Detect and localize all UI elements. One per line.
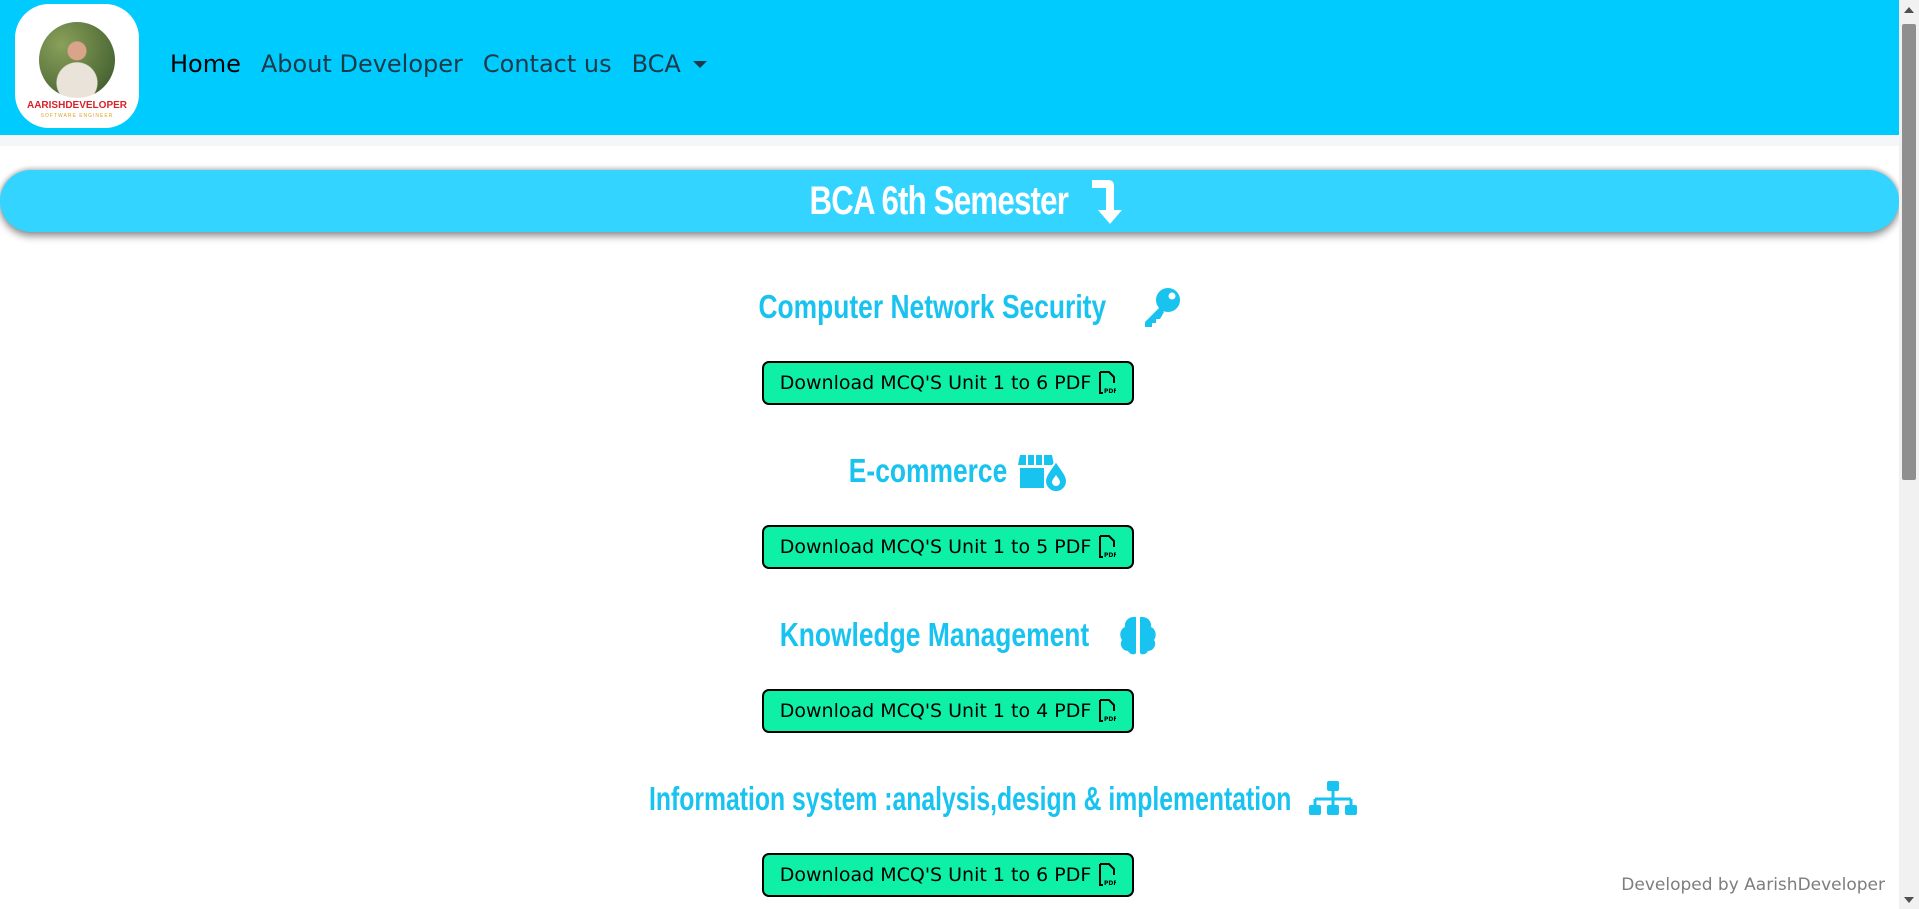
download-button-label: Download MCQ'S Unit 1 to 4 PDF: [779, 700, 1092, 722]
subject-heading: Computer Network Security: [0, 283, 1899, 331]
subject-title: Computer Network Security: [758, 288, 1107, 325]
download-button[interactable]: Download MCQ'S Unit 1 to 6 PDF PDF: [762, 853, 1134, 897]
navbar: AARISHDEVELOPER SOFTWARE ENGINEER Home A…: [0, 0, 1899, 135]
store-drop-icon: [1017, 455, 1068, 493]
nav-about-developer[interactable]: About Developer: [261, 50, 463, 78]
subject-title: Information system :analysis,design & im…: [649, 780, 1292, 817]
subject-title: Knowledge Management: [779, 616, 1090, 653]
download-button[interactable]: Download MCQ'S Unit 1 to 4 PDF PDF: [762, 689, 1134, 733]
nav-bca-label: BCA: [631, 50, 681, 78]
svg-text:PDF: PDF: [1104, 388, 1116, 395]
download-button[interactable]: Download MCQ'S Unit 1 to 6 PDF PDF: [762, 361, 1134, 405]
subject-heading: E-commerce: [0, 447, 1899, 495]
nav-home[interactable]: Home: [170, 50, 241, 78]
scrollbar-thumb[interactable]: [1902, 24, 1916, 480]
nav-contact-us[interactable]: Contact us: [483, 50, 612, 78]
footer-credit: Developed by AarishDeveloper: [1621, 875, 1885, 895]
key-icon: [1144, 288, 1180, 327]
svg-text:PDF: PDF: [1104, 880, 1116, 887]
svg-text:PDF: PDF: [1104, 552, 1116, 559]
developer-photo: [39, 22, 115, 98]
file-pdf-icon: PDF: [1099, 535, 1116, 559]
logo-name: AARISHDEVELOPER: [26, 100, 127, 111]
nav-bca-dropdown[interactable]: BCA: [632, 50, 707, 78]
brain-icon: [1120, 616, 1156, 655]
download-button-label: Download MCQ'S Unit 1 to 5 PDF: [779, 536, 1092, 558]
logo[interactable]: AARISHDEVELOPER SOFTWARE ENGINEER: [15, 4, 139, 128]
semester-banner: BCA 6th Semester: [0, 170, 1899, 232]
logo-tagline: SOFTWARE ENGINEER: [40, 113, 114, 119]
file-pdf-icon: PDF: [1099, 699, 1116, 723]
caret-down-icon: [692, 61, 707, 68]
arrow-turn-down-icon: [1092, 180, 1123, 224]
semester-title: BCA 6th Semester: [809, 178, 1068, 223]
subject-heading: Information system :analysis,design & im…: [0, 775, 1899, 823]
file-pdf-icon: PDF: [1099, 863, 1116, 887]
download-button[interactable]: Download MCQ'S Unit 1 to 5 PDF PDF: [762, 525, 1134, 569]
download-button-label: Download MCQ'S Unit 1 to 6 PDF: [779, 864, 1092, 886]
nav-links: Home About Developer Contact us BCA: [170, 50, 727, 78]
scroll-down-icon[interactable]: [1904, 897, 1914, 903]
subject-title: E-commerce: [849, 452, 1008, 489]
download-button-label: Download MCQ'S Unit 1 to 6 PDF: [779, 372, 1092, 394]
vertical-scrollbar[interactable]: [1899, 0, 1919, 909]
subject-heading: Knowledge Management: [0, 611, 1899, 659]
nav-divider: [0, 135, 1899, 146]
sitemap-icon: [1308, 781, 1357, 815]
file-pdf-icon: PDF: [1099, 371, 1116, 395]
svg-text:PDF: PDF: [1104, 716, 1116, 723]
scroll-up-icon[interactable]: [1904, 7, 1914, 13]
